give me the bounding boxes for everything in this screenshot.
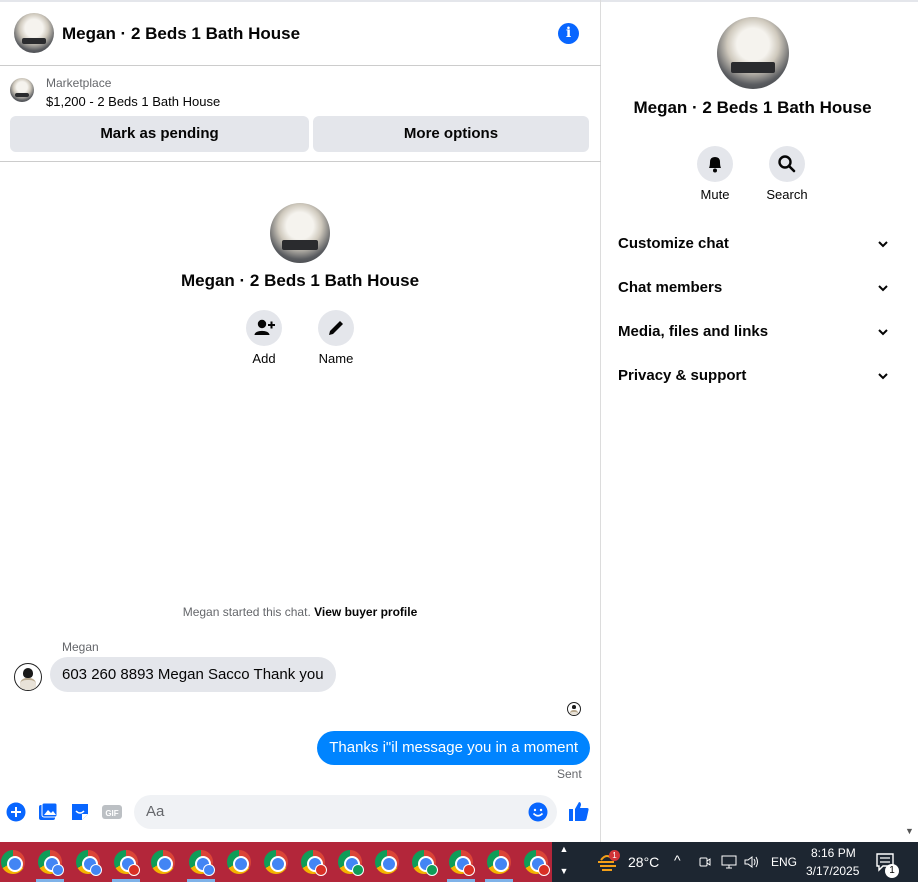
- chevron-down-icon: [878, 329, 888, 336]
- svg-text:GIF: GIF: [105, 809, 118, 818]
- mark-as-pending-button[interactable]: Mark as pending: [10, 116, 309, 152]
- chevron-up-icon[interactable]: ▲: [555, 844, 573, 854]
- photo-icon[interactable]: [38, 802, 58, 822]
- clock-date[interactable]: 3/17/2025: [806, 864, 859, 878]
- section-label: Media, files and links: [618, 323, 769, 340]
- search-button[interactable]: [769, 146, 805, 182]
- plus-icon[interactable]: [6, 802, 26, 822]
- messenger-window: Megan · 2 Beds 1 Bath House i Marketplac…: [0, 0, 918, 882]
- outgoing-message[interactable]: Thanks i"il message you in a moment: [317, 731, 590, 765]
- view-buyer-profile-link[interactable]: View buyer profile: [314, 605, 417, 619]
- chat-members-section[interactable]: Chat members: [618, 279, 888, 296]
- add-person-icon: [254, 319, 275, 335]
- taskbar-apps: [0, 842, 552, 882]
- thumbs-up-icon[interactable]: [568, 800, 590, 822]
- chrome-icon[interactable]: [227, 850, 251, 874]
- chat-title[interactable]: Megan · 2 Beds 1 Bath House: [62, 24, 300, 44]
- search-label: Search: [766, 187, 808, 202]
- chevron-up-icon[interactable]: ^: [674, 852, 681, 868]
- profile-badge-icon: [352, 864, 364, 876]
- add-person-button[interactable]: [246, 310, 282, 346]
- customize-chat-section[interactable]: Customize chat: [618, 235, 888, 252]
- search-icon: [778, 155, 796, 173]
- intro-title: Megan · 2 Beds 1 Bath House: [180, 271, 420, 290]
- mute-button[interactable]: [697, 146, 733, 182]
- incoming-message[interactable]: 603 260 8893 Megan Sacco Thank you: [50, 657, 336, 692]
- profile-badge-icon: [463, 864, 475, 876]
- meet-icon[interactable]: [698, 855, 712, 869]
- privacy-support-section[interactable]: Privacy & support: [618, 367, 888, 384]
- chrome-icon[interactable]: [264, 850, 288, 874]
- panel-title: Megan · 2 Beds 1 Bath House: [633, 98, 872, 117]
- weather-badge: 1: [609, 850, 620, 861]
- chat-started-notice: Megan started this chat. View buyer prof…: [0, 605, 600, 619]
- read-receipt-avatar: [567, 702, 581, 716]
- chat-avatar[interactable]: [14, 13, 54, 53]
- message-status: Sent: [557, 767, 582, 781]
- info-icon[interactable]: i: [558, 23, 579, 44]
- profile-badge-icon: [538, 864, 550, 876]
- chrome-icon[interactable]: [375, 850, 399, 874]
- chrome-icon[interactable]: [151, 850, 175, 874]
- media-files-links-section[interactable]: Media, files and links: [618, 323, 888, 340]
- chat-info-panel: Megan · 2 Beds 1 Bath House Mute Search …: [602, 2, 903, 842]
- more-options-button[interactable]: More options: [313, 116, 589, 152]
- panel-avatar: [717, 17, 789, 89]
- taskbar-scroll[interactable]: ▲ ▼: [555, 842, 573, 882]
- section-label: Chat members: [618, 279, 723, 296]
- scroll-down-arrow[interactable]: ▼: [905, 826, 914, 836]
- add-label: Add: [252, 351, 276, 366]
- profile-badge-icon: [426, 864, 438, 876]
- marketplace-listing: Marketplace $1,200 - 2 Beds 1 Bath House…: [0, 67, 601, 162]
- chevron-down-icon: [878, 373, 888, 380]
- chrome-icon[interactable]: [487, 850, 511, 874]
- chat-header: Megan · 2 Beds 1 Bath House i: [0, 2, 601, 66]
- page-scrollbar[interactable]: [903, 2, 918, 842]
- message-input[interactable]: Aa: [134, 795, 557, 829]
- mute-label: Mute: [700, 187, 730, 202]
- profile-badge-icon: [52, 864, 64, 876]
- intro-avatar: [270, 203, 330, 263]
- chevron-down-icon: [878, 285, 888, 292]
- sender-name: Megan: [62, 640, 99, 654]
- gif-icon[interactable]: GIF: [102, 802, 122, 822]
- weather-temperature[interactable]: 28°C: [628, 854, 659, 870]
- section-label: Customize chat: [618, 235, 729, 252]
- marketplace-label: Marketplace: [46, 76, 112, 90]
- started-text: Megan started this chat.: [182, 605, 311, 619]
- chevron-down-icon[interactable]: ▼: [555, 866, 573, 876]
- listing-title[interactable]: $1,200 - 2 Beds 1 Bath House: [46, 94, 220, 109]
- sticker-icon[interactable]: [70, 802, 90, 822]
- profile-badge-icon: [203, 864, 215, 876]
- sender-avatar[interactable]: [14, 663, 42, 691]
- name-label: Name: [318, 351, 354, 366]
- chrome-icon[interactable]: [1, 850, 25, 874]
- chat-column: Megan · 2 Beds 1 Bath House i Marketplac…: [0, 0, 601, 842]
- bell-icon: [709, 157, 721, 173]
- language-indicator[interactable]: ENG: [771, 855, 797, 869]
- profile-badge-icon: [315, 864, 327, 876]
- clock-time[interactable]: 8:16 PM: [811, 846, 856, 860]
- chevron-down-icon: [878, 241, 888, 248]
- pencil-icon: [329, 321, 343, 335]
- emoji-icon[interactable]: [528, 802, 548, 822]
- name-button[interactable]: [318, 310, 354, 346]
- windows-taskbar: ▲ ▼ 1 28°C ^ ENG 8:16 PM 3/17/2025 1: [0, 842, 918, 882]
- listing-thumbnail[interactable]: [10, 78, 34, 102]
- network-icon[interactable]: [721, 855, 737, 869]
- speaker-icon[interactable]: [744, 855, 760, 869]
- message-input-placeholder: Aa: [146, 803, 165, 820]
- profile-badge-icon: [128, 864, 140, 876]
- action-center-badge: 1: [885, 864, 899, 878]
- profile-badge-icon: [90, 864, 102, 876]
- section-label: Privacy & support: [618, 367, 747, 384]
